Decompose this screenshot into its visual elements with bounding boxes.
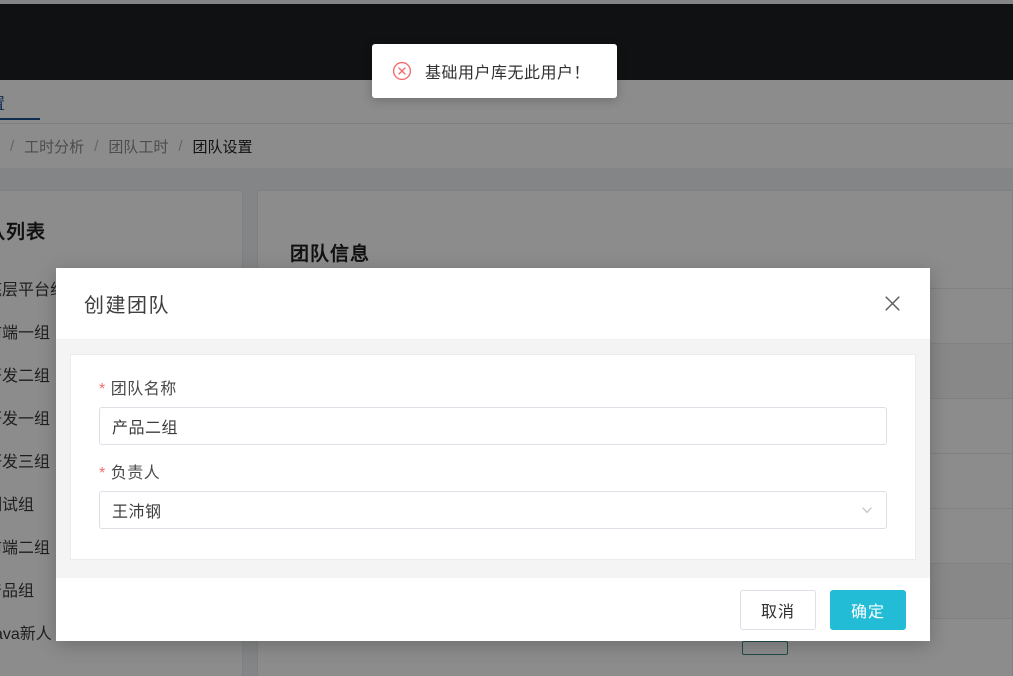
create-team-form: * 团队名称 产品二组 * 负责人 王沛钢	[70, 354, 916, 560]
error-toast: 基础用户库无此用户！	[372, 44, 617, 98]
confirm-button[interactable]: 确定	[830, 589, 906, 630]
toast-message: 基础用户库无此用户！	[425, 65, 591, 82]
error-circle-icon	[392, 61, 412, 81]
team-name-value: 产品二组	[112, 420, 179, 437]
required-marker: *	[99, 381, 106, 398]
dialog-body: * 团队名称 产品二组 * 负责人 王沛钢	[56, 340, 930, 578]
app-root: 设置 / 工时分析 / 团队工时 / 团队设置 团队列表 底层平台组	[0, 0, 1013, 676]
cancel-button[interactable]: 取消	[740, 589, 816, 630]
close-icon[interactable]	[878, 290, 906, 318]
dialog-header: 创建团队	[56, 268, 930, 340]
required-marker: *	[99, 465, 106, 482]
owner-value: 王沛钢	[112, 504, 162, 521]
chevron-down-icon	[860, 503, 874, 517]
dialog-footer: 取消 确定	[56, 578, 930, 641]
owner-select[interactable]: 王沛钢	[99, 491, 887, 529]
dialog-title: 创建团队	[84, 295, 170, 317]
team-name-label: * 团队名称	[99, 375, 887, 399]
create-team-dialog: 创建团队 * 团队名称 产品二组 * 负责人 王沛钢 取消 确定	[56, 268, 930, 641]
owner-label-text: 负责人	[110, 465, 161, 482]
team-name-label-text: 团队名称	[110, 381, 177, 398]
team-name-input[interactable]: 产品二组	[99, 407, 887, 445]
owner-label: * 负责人	[99, 459, 887, 483]
